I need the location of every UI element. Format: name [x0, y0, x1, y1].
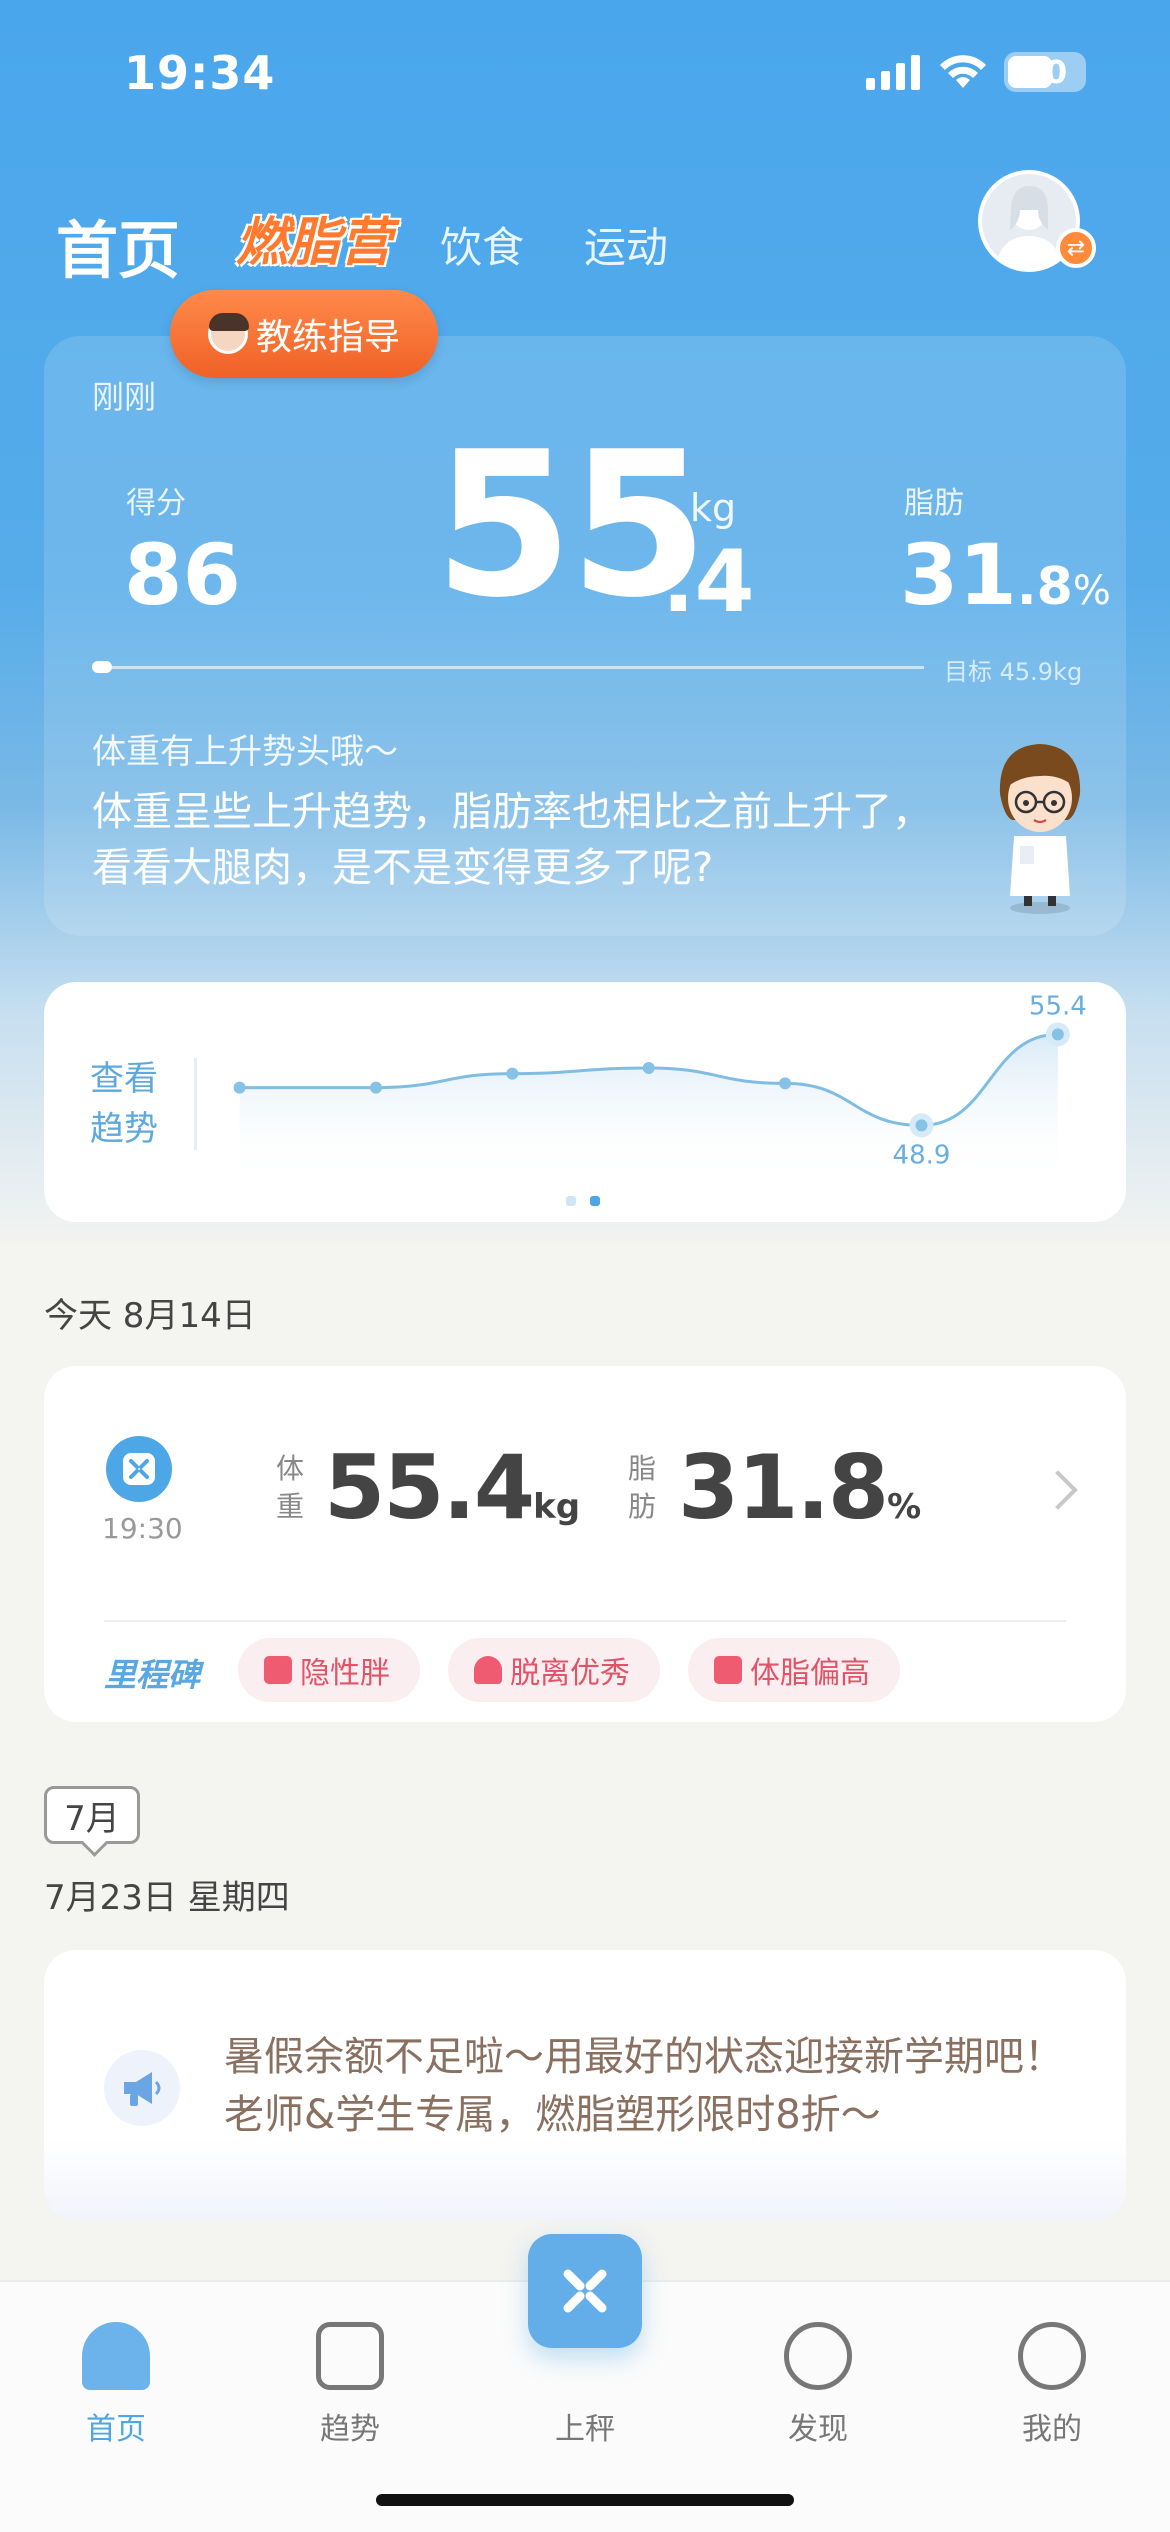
tip-text: 体重呈些上升趋势，脂肪率也相比之前上升了，看看大腿肉，是不是变得更多了呢?	[92, 789, 932, 891]
promo-card[interactable]: 暑假余额不足啦～用最好的状态迎接新学期吧！老师&学生专属，燃脂塑形限时8折～	[44, 1950, 1126, 2220]
record-weight-unit: kg	[533, 1487, 581, 1527]
trend-card[interactable]: 查看趋势 48.9 55.4	[44, 982, 1126, 1222]
promo-text: 暑假余额不足啦～用最好的状态迎接新学期吧！老师&学生专属，燃脂塑形限时8折～	[224, 2034, 1064, 2138]
milestone-tag-label: 脱离优秀	[510, 1656, 630, 1691]
today-record-card[interactable]: 19:30 体重 55.4kg 脂肪 31.8% 里程碑 隐性胖 脱离优秀 体脂…	[44, 1366, 1126, 1722]
target-progress	[92, 661, 924, 673]
battery-icon: 50	[1004, 52, 1086, 92]
switch-user-icon[interactable]: ⇄	[1056, 228, 1096, 268]
trend-max-label: 55.4	[1029, 991, 1087, 1021]
tab-diet[interactable]: 饮食	[440, 214, 524, 275]
status-bar: 19:34 50	[0, 0, 1170, 150]
tab-bar-mine[interactable]: 我的	[992, 2300, 1112, 2448]
tab-bar-discover[interactable]: 发现	[758, 2300, 878, 2448]
tab-bar-scale-label: 上秤	[555, 2412, 615, 2447]
tab-home[interactable]: 首页	[56, 200, 180, 290]
milestone-tag-label: 体脂偏高	[750, 1656, 870, 1691]
tab-sport[interactable]: 运动	[584, 214, 668, 275]
record-fat: 31.8%	[678, 1436, 921, 1539]
milestone-tag[interactable]: 体脂偏高	[688, 1638, 900, 1702]
home-indicator	[376, 2494, 794, 2506]
battery-level: 50	[1022, 53, 1068, 91]
weight-summary-card[interactable]: 刚刚 得分 86 55 kg .4 脂肪 31.8% 目标 45.9kg 体重有…	[44, 336, 1126, 936]
trend-point	[369, 1081, 382, 1094]
trend-min-label: 48.9	[893, 1140, 951, 1170]
fat-value: 31.8%	[900, 526, 1111, 624]
trophy-icon	[474, 1656, 502, 1684]
tab-bar-home-label: 首页	[86, 2412, 146, 2447]
weight-unit: kg	[690, 486, 737, 530]
weigh-icon	[563, 2269, 607, 2313]
milestone-label: 里程碑	[104, 1656, 201, 1694]
weigh-button[interactable]	[528, 2234, 642, 2348]
record-weight-label: 体重	[276, 1452, 305, 1523]
chevron-right-icon[interactable]	[1038, 1470, 1078, 1510]
trend-chart: 48.9 55.4	[233, 991, 1087, 1182]
measure-time: 刚刚	[92, 378, 157, 416]
planet-icon	[784, 2322, 852, 2390]
coach-guide-button[interactable]: 教练指导	[170, 290, 438, 378]
record-fat-unit: %	[887, 1487, 922, 1527]
trend-point	[1051, 1028, 1064, 1041]
wifi-icon	[940, 55, 986, 88]
tab-bar-home[interactable]: 首页	[56, 2300, 176, 2448]
trend-point	[506, 1067, 519, 1080]
trend-point	[915, 1119, 928, 1132]
body-fat-icon	[714, 1656, 742, 1684]
coach-face-icon	[208, 313, 249, 354]
milestone-tag-label: 隐性胖	[300, 1656, 390, 1691]
target-weight: 目标 45.9kg	[944, 658, 1083, 686]
top-nav: 首页 燃脂营 饮食 运动	[56, 200, 1116, 287]
fat-unit: %	[1072, 568, 1111, 614]
record-divider	[104, 1620, 1066, 1622]
tip-title: 体重有上升势头哦～	[92, 732, 398, 772]
pager-dot-1	[566, 1196, 576, 1206]
month-tag: 7月	[44, 1786, 140, 1844]
tab-bar-mine-label: 我的	[1022, 2412, 1082, 2447]
progress-indicator	[92, 661, 112, 673]
coach-guide-label: 教练指导	[256, 317, 401, 358]
record-weight-value: 55.4	[324, 1436, 535, 1539]
fat-label: 脂肪	[904, 486, 964, 521]
record-fat-value: 31.8	[678, 1436, 889, 1539]
fat-int: 31	[900, 526, 1017, 624]
today-date: 今天 8月14日	[44, 1296, 256, 1336]
smile-icon	[1018, 2322, 1086, 2390]
weight-decimal: .4	[662, 532, 755, 632]
doctor-character-icon	[999, 744, 1081, 914]
home-icon	[82, 2322, 150, 2390]
milestone-tag[interactable]: 隐性胖	[238, 1638, 420, 1702]
score-label: 得分	[126, 486, 186, 521]
trend-pager	[566, 1196, 600, 1206]
fat-decimal: .8	[1016, 557, 1073, 617]
history-date: 7月23日 星期四	[44, 1878, 290, 1918]
milestone-tag[interactable]: 脱离优秀	[448, 1638, 660, 1702]
record-time: 19:30	[102, 1512, 183, 1545]
pager-dot-2	[590, 1196, 600, 1206]
trend-point	[642, 1062, 655, 1074]
score-value: 86	[124, 526, 241, 624]
trend-icon	[316, 2322, 384, 2390]
signal-icon	[866, 55, 920, 90]
status-icons: 50	[866, 52, 1086, 92]
tab-bar-trend-label: 趋势	[320, 2412, 380, 2447]
tab-bar-trend[interactable]: 趋势	[290, 2300, 410, 2448]
trend-point	[233, 1081, 246, 1094]
record-weight: 55.4kg	[324, 1436, 580, 1539]
record-fat-label: 脂肪	[628, 1452, 657, 1523]
tab-bar-discover-label: 发现	[788, 2412, 848, 2447]
tab-fat-burning-camp[interactable]: 燃脂营	[236, 200, 392, 275]
scale-icon	[106, 1436, 172, 1502]
status-time: 19:34	[124, 46, 276, 100]
megaphone-icon	[104, 2050, 180, 2126]
trend-point	[779, 1077, 792, 1090]
body-shape-icon	[264, 1656, 292, 1684]
